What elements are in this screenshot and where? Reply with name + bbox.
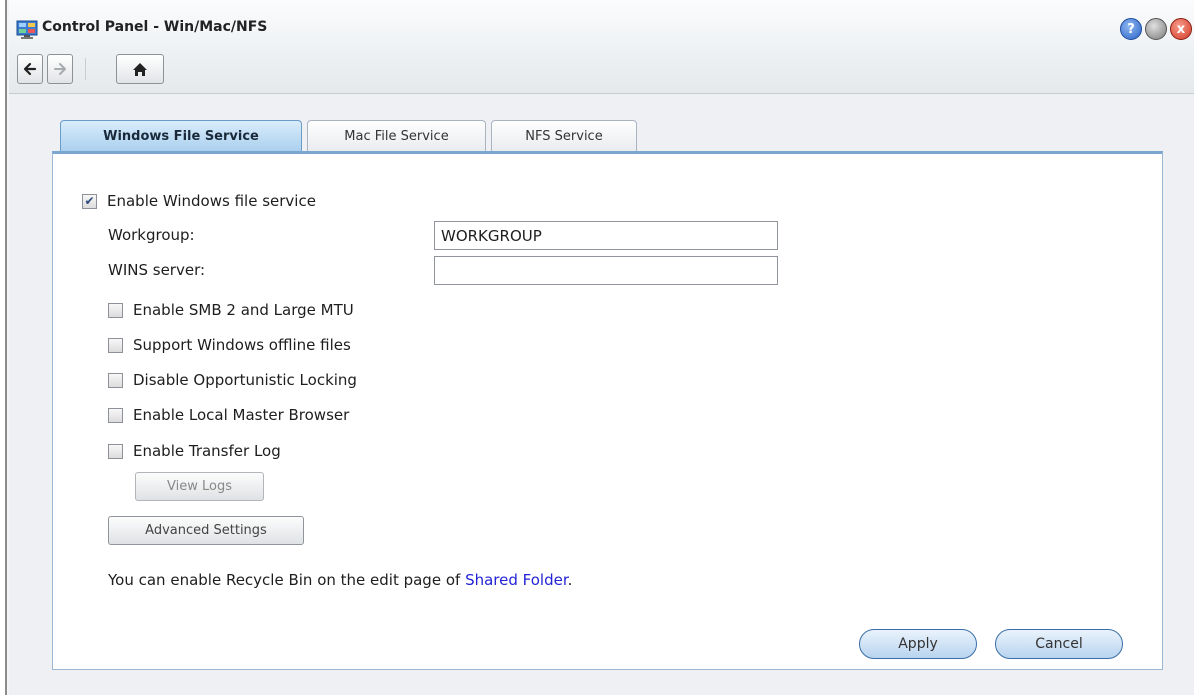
window-controls: ? x — [1120, 18, 1192, 42]
tab-mac-file-service[interactable]: Mac File Service — [307, 120, 486, 151]
transfer-log-row[interactable]: Enable Transfer Log — [108, 442, 281, 460]
minimize-icon[interactable] — [1145, 18, 1167, 40]
smb2-row[interactable]: Enable SMB 2 and Large MTU — [108, 301, 354, 319]
nav-separator — [85, 58, 86, 80]
back-button[interactable] — [17, 54, 43, 84]
help-icon[interactable]: ? — [1120, 18, 1142, 40]
control-panel-window: Control Panel - Win/Mac/NFS ? x Windows … — [0, 0, 1194, 695]
transfer-log-checkbox[interactable] — [108, 443, 123, 459]
window-title: Control Panel - Win/Mac/NFS — [42, 19, 268, 35]
smb2-label: Enable SMB 2 and Large MTU — [133, 301, 354, 319]
enable-windows-checkbox[interactable]: ✔ — [82, 193, 97, 209]
titlebar — [9, 0, 1194, 94]
close-icon[interactable]: x — [1170, 18, 1192, 40]
arrow-left-icon — [23, 62, 37, 76]
master-browser-row[interactable]: Enable Local Master Browser — [108, 406, 349, 424]
advanced-settings-button[interactable]: Advanced Settings — [108, 516, 304, 545]
oplocks-checkbox[interactable] — [108, 372, 123, 388]
workgroup-field[interactable]: WORKGROUP — [434, 221, 778, 250]
offline-files-label: Support Windows offline files — [133, 336, 351, 354]
oplocks-label: Disable Opportunistic Locking — [133, 371, 357, 389]
transfer-log-label: Enable Transfer Log — [133, 442, 281, 460]
workgroup-row: Workgroup: — [108, 226, 195, 244]
master-browser-checkbox[interactable] — [108, 407, 123, 423]
tab-bar: Windows File Service Mac File Service NF… — [60, 120, 637, 152]
tab-windows-file-service[interactable]: Windows File Service — [60, 120, 302, 152]
recycle-bin-info: You can enable Recycle Bin on the edit p… — [108, 571, 572, 589]
control-panel-icon — [16, 20, 38, 39]
workgroup-label: Workgroup: — [108, 226, 195, 244]
offline-files-row[interactable]: Support Windows offline files — [108, 336, 351, 354]
forward-button[interactable] — [47, 54, 73, 84]
info-suffix: . — [567, 571, 573, 589]
oplocks-row[interactable]: Disable Opportunistic Locking — [108, 371, 357, 389]
offline-files-checkbox[interactable] — [108, 337, 123, 353]
view-logs-button[interactable]: View Logs — [135, 472, 264, 501]
wins-row: WINS server: — [108, 261, 205, 279]
arrow-right-icon — [54, 63, 66, 75]
window-left-edge — [0, 0, 9, 695]
enable-windows-row[interactable]: ✔ Enable Windows file service — [82, 192, 316, 210]
home-icon — [133, 62, 147, 76]
apply-button[interactable]: Apply — [859, 629, 977, 659]
home-button[interactable] — [116, 54, 164, 84]
wins-server-label: WINS server: — [108, 261, 206, 279]
shared-folder-link[interactable]: Shared Folder — [465, 571, 568, 589]
smb2-checkbox[interactable] — [108, 302, 123, 318]
info-prefix: You can enable Recycle Bin on the edit p… — [108, 571, 466, 589]
cancel-button[interactable]: Cancel — [995, 629, 1123, 659]
master-browser-label: Enable Local Master Browser — [133, 406, 350, 424]
tab-nfs-service[interactable]: NFS Service — [491, 120, 637, 151]
wins-server-field[interactable] — [434, 256, 778, 285]
enable-windows-label: Enable Windows file service — [107, 192, 316, 210]
